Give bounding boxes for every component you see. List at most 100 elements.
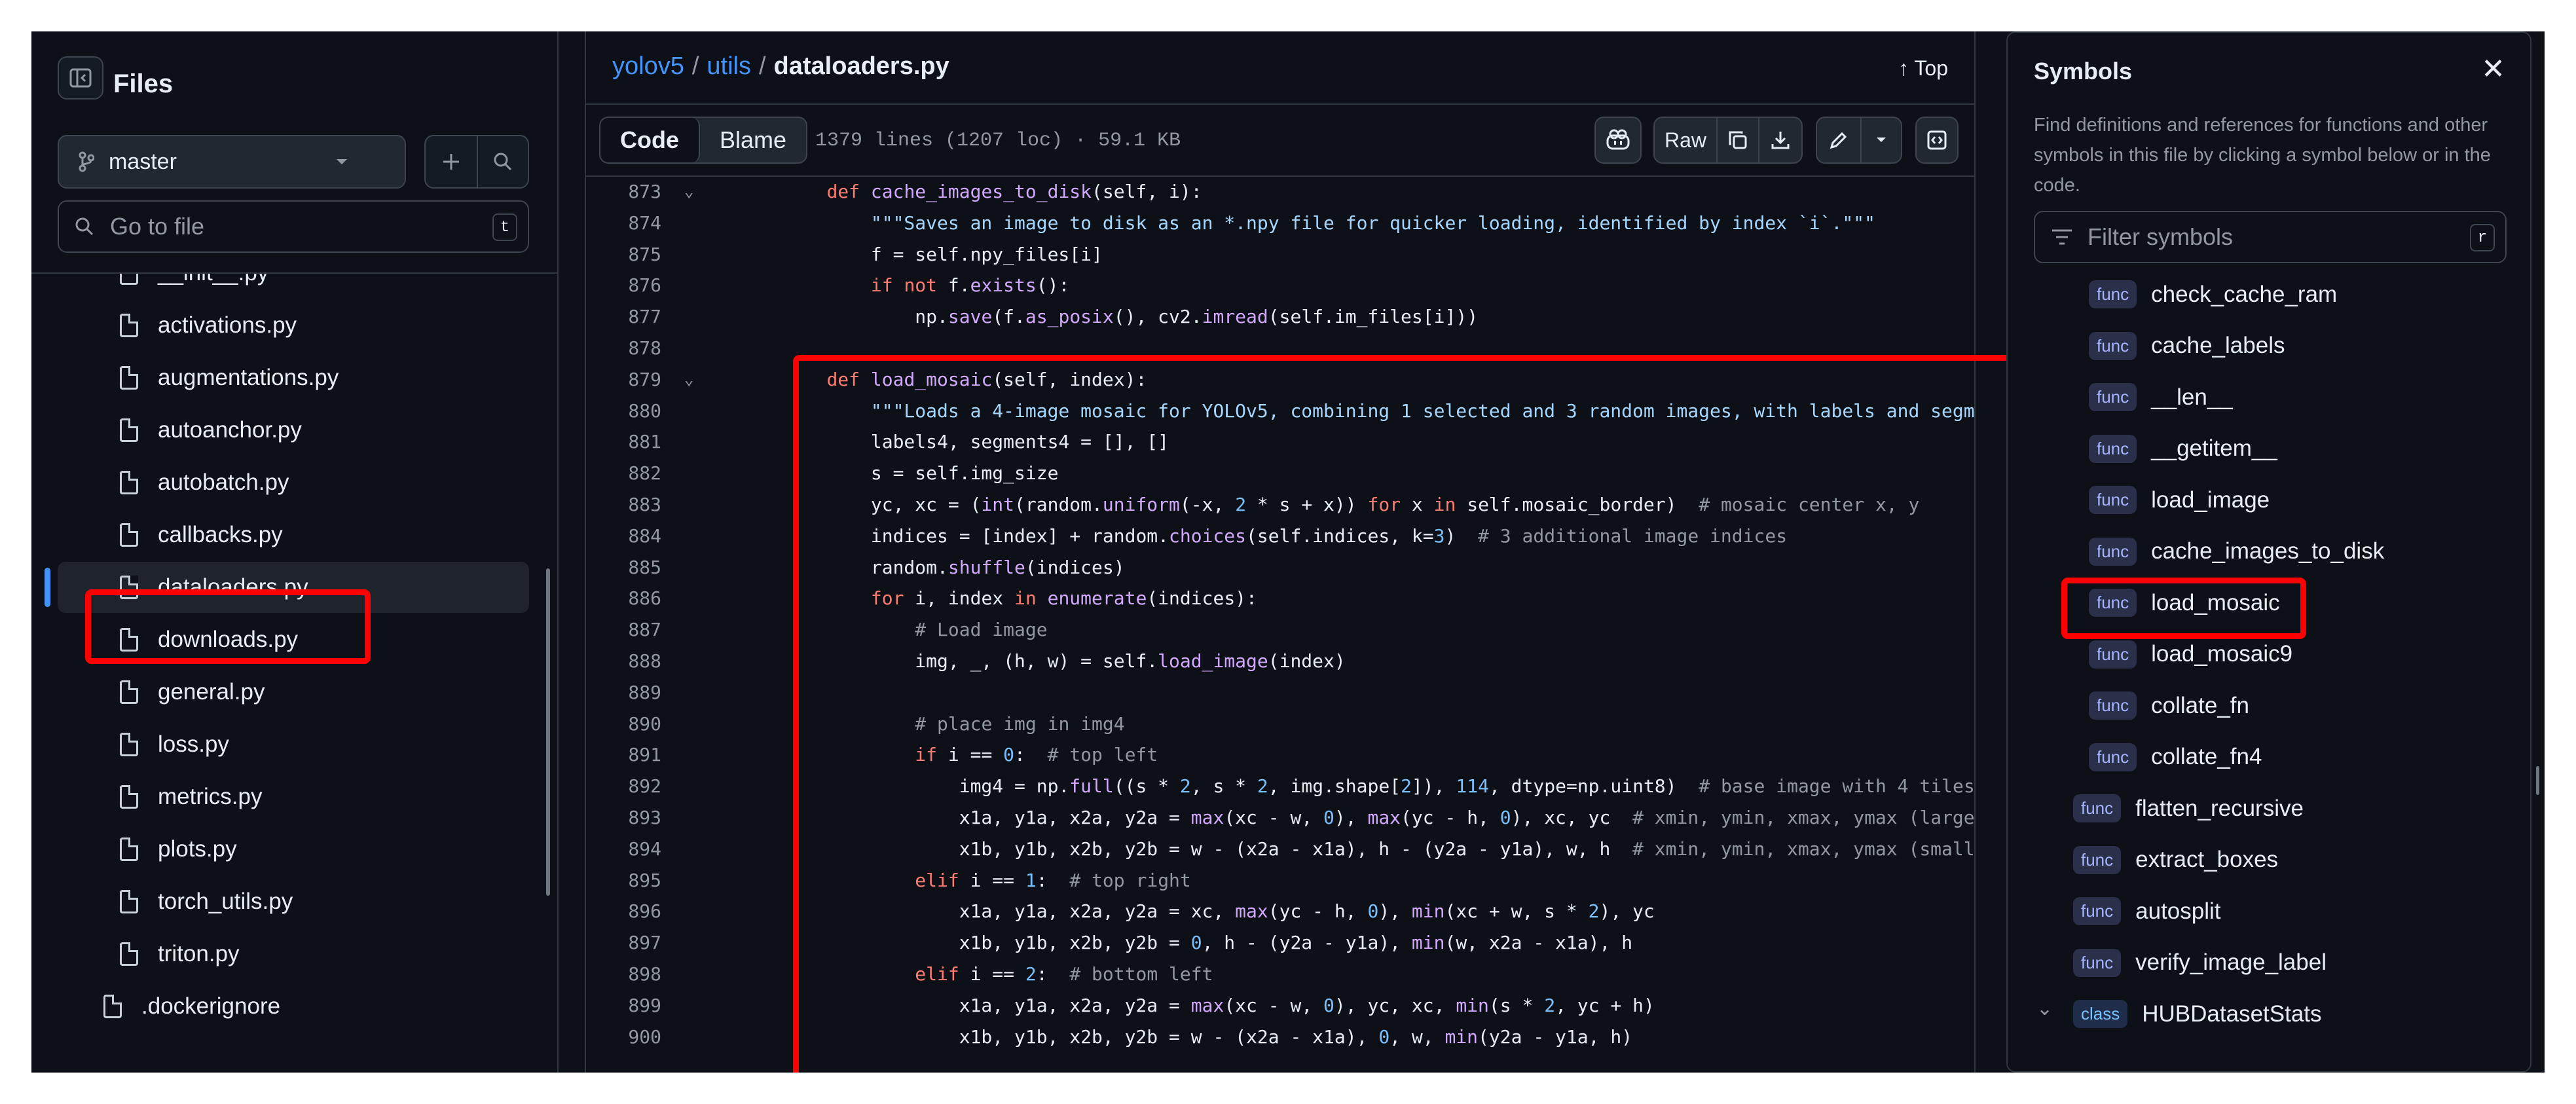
line-number[interactable]: 881 xyxy=(586,431,661,452)
line-number[interactable]: 875 xyxy=(586,244,661,265)
copy-raw-button[interactable] xyxy=(1716,117,1759,164)
symbol-item[interactable]: func cache_labels xyxy=(2089,331,2285,360)
line-number[interactable]: 891 xyxy=(586,744,661,765)
breadcrumb-folder-link[interactable]: utils xyxy=(707,52,751,80)
file-tree-item[interactable]: autobatch.py xyxy=(58,457,529,508)
line-number[interactable]: 894 xyxy=(586,838,661,860)
line-number[interactable]: 897 xyxy=(586,932,661,953)
line-number[interactable]: 873 xyxy=(586,181,661,202)
file-tree-item[interactable]: triton.py xyxy=(58,929,529,980)
symbol-item[interactable]: func collate_fn4 xyxy=(2089,743,2262,771)
symbol-kind-badge: func xyxy=(2089,434,2137,463)
blame-tab[interactable]: Blame xyxy=(700,118,806,162)
file-tree-item[interactable]: augmentations.py xyxy=(58,352,529,403)
line-number[interactable]: 874 xyxy=(586,212,661,234)
breadcrumb-repo-link[interactable]: yolov5 xyxy=(612,52,684,80)
search-icon xyxy=(494,153,512,171)
download-button[interactable] xyxy=(1758,117,1803,164)
line-number[interactable]: 888 xyxy=(586,650,661,672)
line-number[interactable]: 898 xyxy=(586,963,661,985)
code-line: np.save(f.as_posix(), cv2.imread(self.im… xyxy=(782,306,1479,328)
symbols-scrollbar[interactable] xyxy=(2536,766,2539,795)
line-number[interactable]: 895 xyxy=(586,870,661,891)
symbol-item[interactable]: func cache_images_to_disk xyxy=(2089,537,2384,566)
file-tree-item[interactable]: autoanchor.py xyxy=(58,405,529,456)
symbol-item[interactable]: func check_cache_ram xyxy=(2089,280,2337,308)
add-file-button[interactable] xyxy=(424,135,478,189)
file-tree-item[interactable]: torch_utils.py xyxy=(58,876,529,927)
code-tab[interactable]: Code xyxy=(600,118,700,162)
highlight-box-dataloaders-file xyxy=(85,589,371,664)
line-number[interactable]: 887 xyxy=(586,619,661,640)
breadcrumb-file: dataloaders.py xyxy=(773,52,949,80)
symbol-name: load_image xyxy=(2151,487,2270,513)
symbol-item[interactable]: func extract_boxes xyxy=(2073,845,2278,874)
expand-chevron-icon[interactable]: ⌄ xyxy=(2036,997,2053,1020)
file-tree-item[interactable]: callbacks.py xyxy=(58,509,529,561)
line-number[interactable]: 882 xyxy=(586,462,661,484)
collapse-sidebar-button[interactable] xyxy=(58,56,103,100)
line-number[interactable]: 885 xyxy=(586,557,661,578)
arrow-up-icon: ↑ xyxy=(1898,56,1909,80)
tree-scrollbar[interactable] xyxy=(546,568,550,896)
top-button[interactable]: ↑ Top xyxy=(1898,56,1948,81)
symbol-name: HUBDatasetStats xyxy=(2142,1001,2322,1027)
line-number[interactable]: 884 xyxy=(586,525,661,547)
symbol-item[interactable]: func __len__ xyxy=(2089,383,2233,411)
fold-chevron-icon[interactable]: ⌄ xyxy=(684,370,693,388)
file-name: autobatch.py xyxy=(158,469,289,495)
file-icon xyxy=(120,785,138,809)
copilot-button[interactable] xyxy=(1594,117,1642,164)
file-name: activations.py xyxy=(158,312,297,338)
breadcrumb: yolov5/utils / dataloaders.py xyxy=(612,52,949,81)
symbol-item[interactable]: func load_image xyxy=(2089,486,2270,514)
line-number[interactable]: 877 xyxy=(586,306,661,327)
file-tree-item[interactable]: activations.py xyxy=(58,300,529,351)
symbol-item[interactable]: func collate_fn xyxy=(2089,691,2249,720)
line-number[interactable]: 876 xyxy=(586,274,661,296)
line-number[interactable]: 883 xyxy=(586,494,661,515)
line-number[interactable]: 890 xyxy=(586,713,661,735)
symbol-item[interactable]: ⌄ class HUBDatasetStats xyxy=(2036,998,2322,1028)
file-icon xyxy=(120,680,138,704)
search-files-button[interactable] xyxy=(477,135,529,189)
symbols-description: Find definitions and references for func… xyxy=(2034,115,2491,196)
line-number[interactable]: 879 xyxy=(586,369,661,390)
line-number[interactable]: 892 xyxy=(586,775,661,797)
file-tree-item[interactable]: .dockerignore xyxy=(58,981,529,1032)
filter-symbols-input[interactable]: Filter symbols r xyxy=(2034,211,2507,263)
symbol-item[interactable]: func load_mosaic9 xyxy=(2089,640,2292,669)
file-tree-item[interactable]: __init__.py xyxy=(58,274,529,299)
symbol-item[interactable]: func autosplit xyxy=(2073,897,2221,925)
close-icon[interactable]: ✕ xyxy=(2481,52,2505,86)
file-name: .dockerignore xyxy=(141,993,281,1019)
line-number[interactable]: 896 xyxy=(586,900,661,922)
edit-button[interactable] xyxy=(1816,117,1862,164)
line-number[interactable]: 878 xyxy=(586,337,661,359)
keyboard-shortcut: r xyxy=(2470,224,2495,251)
code-panel: yolov5/utils / dataloaders.py ↑ Top Code B… xyxy=(585,31,2024,1073)
symbol-item[interactable]: func __getitem__ xyxy=(2089,434,2277,463)
edit-options-button[interactable] xyxy=(1860,117,1902,164)
symbol-name: __len__ xyxy=(2151,384,2233,410)
line-number[interactable]: 899 xyxy=(586,995,661,1016)
go-to-file-input[interactable]: Go to file t xyxy=(58,200,529,253)
fold-chevron-icon[interactable]: ⌄ xyxy=(684,182,693,200)
line-number[interactable]: 893 xyxy=(586,807,661,828)
symbol-item[interactable]: func flatten_recursive xyxy=(2073,794,2304,822)
file-tree-item[interactable]: loss.py xyxy=(58,719,529,770)
line-number[interactable]: 886 xyxy=(586,587,661,609)
symbol-item[interactable]: func verify_image_label xyxy=(2073,948,2327,977)
file-tree-item[interactable]: plots.py xyxy=(58,824,529,875)
raw-button[interactable]: Raw xyxy=(1653,117,1718,164)
file-tree-item[interactable]: metrics.py xyxy=(58,771,529,822)
symbol-kind-badge: func xyxy=(2073,794,2122,822)
line-number[interactable]: 880 xyxy=(586,400,661,422)
branch-selector[interactable]: master xyxy=(58,135,406,189)
line-number[interactable]: 900 xyxy=(586,1026,661,1048)
line-number[interactable]: 889 xyxy=(586,682,661,703)
symbols-panel-button[interactable] xyxy=(1915,117,1959,164)
file-tree-item[interactable]: general.py xyxy=(58,667,529,718)
file-toolbar: Code Blame 1379 lines (1207 loc) · 59.1 … xyxy=(586,103,1974,177)
file-icon xyxy=(120,890,138,913)
